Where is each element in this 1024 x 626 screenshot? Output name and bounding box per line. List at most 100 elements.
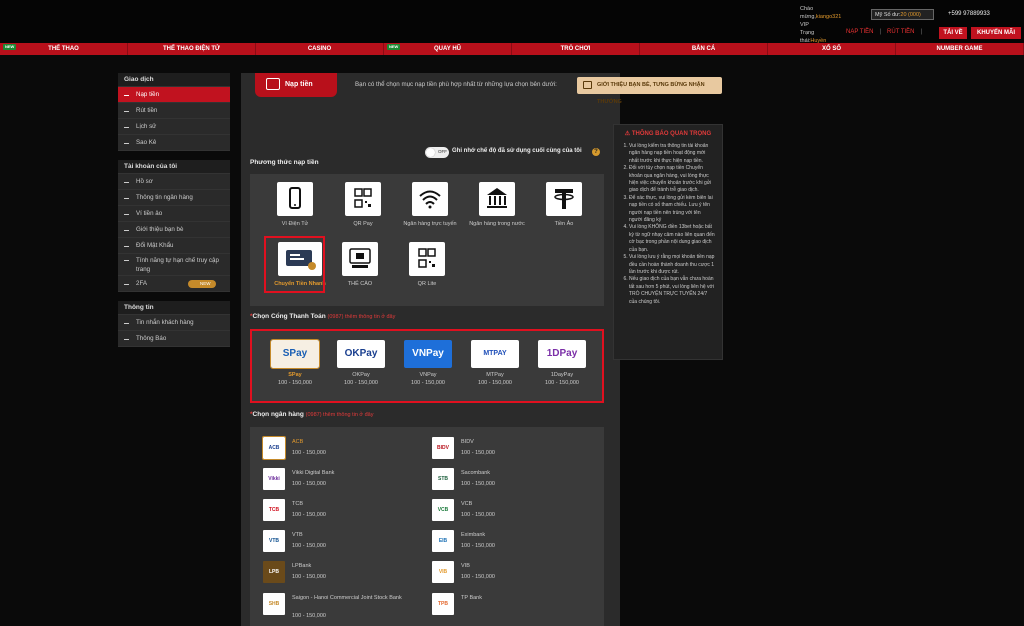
bank-name: TP Bank (461, 595, 482, 601)
sidebar-group-title: Thông tin (118, 301, 230, 315)
nav-label: QUAY HŨ (433, 46, 461, 52)
sidebar-item-label: Ví tiền ảo (136, 210, 163, 217)
sidebar-item-profile[interactable]: Hồ sơ (118, 174, 230, 190)
notice-item: Để xác thực, vui lòng gửi kèm biên lai n… (629, 195, 715, 225)
bank-name: Eximbank (461, 532, 486, 538)
gateway-range: 100 - 150,000 (344, 380, 378, 386)
nav-label: CASINO (307, 46, 332, 52)
sidebar-item-withdraw[interactable]: Rút tiền (118, 103, 230, 119)
nav-games[interactable]: TRÒ CHƠI (512, 43, 640, 55)
nav-slots[interactable]: NEW QUAY HŨ (384, 43, 512, 55)
sidebar-item-change-password[interactable]: Đổi Mật Khẩu (118, 238, 230, 254)
tether-icon (546, 182, 582, 216)
gateway-card[interactable]: MTPAY MTPay 100 - 150,000 (462, 340, 528, 386)
nav-fishing[interactable]: BẮN CÁ (640, 43, 768, 55)
sidebar-item-self-restriction[interactable]: Tính năng tự hạn chế truy cập trang (118, 254, 230, 276)
sidebar-item-history[interactable]: Lịch sử (118, 119, 230, 135)
sidebar-item-messages[interactable]: Tin nhắn khách hàng (118, 315, 230, 331)
gateway-name: VNPay (419, 372, 437, 378)
deposit-tab[interactable]: Nạp tiền (255, 73, 337, 97)
methods-title: Phương thức nạp tiền (250, 159, 319, 166)
shb-logo: SHB (263, 593, 285, 615)
withdraw-link[interactable]: RÚT TIỀN (887, 29, 914, 35)
sidebar-group-title: Giao dịch (118, 73, 230, 87)
phone-icon (277, 182, 313, 216)
gateway-card[interactable]: OKPay OKPay 100 - 150,000 (328, 340, 394, 386)
spay-logo: SPay (270, 339, 320, 369)
gateway-list: SPay SPay 100 - 150,000 OKPay OKPay 100 - 15… (250, 329, 604, 403)
nav-label: THỂ THAO ĐIỆN TỬ (163, 46, 220, 52)
sidebar-item-label: Nạp tiền (136, 91, 160, 98)
notice-title-text: THÔNG BÁO QUAN TRỌNG (631, 131, 712, 137)
toggle-state: OFF (438, 149, 447, 154)
sidebar-item-bank-info[interactable]: Thông tin ngân hàng (118, 190, 230, 206)
gateway-card[interactable]: VNPay VNPay 100 - 150,000 (395, 340, 461, 386)
notice-list: Vui lòng kiểm tra thông tin tài khoản ng… (621, 143, 715, 306)
bank-name: Saigon - Hanoi Commercial Joint Stock Ba… (292, 595, 402, 601)
sidebar-item-label: 2FA (136, 280, 148, 287)
important-notice: ⚠ THÔNG BÁO QUAN TRỌNG Vui lòng kiểm tra… (613, 124, 723, 360)
qr-icon (345, 182, 381, 216)
nav-casino[interactable]: CASINO (256, 43, 384, 55)
sidebar-item-2fa[interactable]: 2FA NEW (118, 276, 230, 292)
method-ewallet[interactable]: Ví Điện Tử (262, 182, 328, 228)
username[interactable]: kiango321 (816, 14, 841, 20)
sidebar-item-deposit[interactable]: Nạp tiền (118, 87, 230, 103)
sidebar-group-info: Thông tin Tin nhắn khách hàng Thông Báo (118, 301, 230, 347)
okpay-logo: OKPay (337, 340, 385, 368)
method-label: Ví Điện Tử (281, 221, 309, 227)
bidv-logo: BIDV (432, 437, 454, 459)
card-icon (342, 242, 378, 276)
main-nav: NEW THỂ THAO THỂ THAO ĐIỆN TỬ CASINO NEW Q… (0, 43, 1024, 55)
sidebar-item-announcements[interactable]: Thông Báo (118, 331, 230, 347)
remember-label: Ghi nhớ chế độ đã sử dụng cuối cùng của … (452, 148, 582, 154)
sidebar-item-label: Tính năng tự hạn chế truy cập trang (136, 257, 219, 273)
vib-logo: VIB (432, 561, 454, 583)
wifi-icon (412, 182, 448, 216)
remember-toggle[interactable]: OFF (425, 147, 449, 158)
bank-range: 100 - 150,000 (292, 543, 326, 549)
balance-box[interactable]: Mỹ Số dư:20 (000) (871, 9, 934, 20)
acb-logo: ACB (262, 436, 286, 460)
nav-esports[interactable]: THỂ THAO ĐIỆN TỬ (128, 43, 256, 55)
method-qr-pay[interactable]: QR Pay (330, 182, 396, 228)
new-badge: NEW (3, 44, 17, 50)
bank-name: Vikki Digital Bank (292, 470, 335, 476)
method-label: Ngân hàng trong nước (469, 221, 525, 227)
tpbank-logo: TPB (432, 593, 454, 615)
sidebar-item-crypto-wallet[interactable]: Ví tiền ảo (118, 206, 230, 222)
referral-button[interactable]: GIỚI THIỆU BẠN BÈ, TƯNG BỪNG NHẬN THƯỞNG (577, 77, 722, 105)
hotline-phone[interactable]: +599 97889933 (948, 11, 990, 17)
bank-range: 100 - 150,000 (292, 450, 326, 456)
notice-item: Nếu giao dịch của bạn vẫn chưa hoàn tất … (629, 276, 715, 306)
gateway-range: 100 - 150,000 (278, 380, 312, 386)
account-sidebar: Giao dịch Nạp tiền Rút tiền Lịch sử Sao … (118, 73, 230, 347)
method-domestic-bank[interactable]: Ngân hàng trong nước (464, 182, 530, 228)
new-badge: NEW (387, 44, 401, 50)
help-icon[interactable]: ? (592, 148, 600, 156)
promotion-button[interactable]: KHUYẾN MÃI (971, 27, 1021, 39)
bank-list: ACB ACB 100 - 150,000 BIDV BIDV 100 - 150,00… (250, 427, 604, 626)
sidebar-item-label: Thông tin ngân hàng (136, 194, 193, 201)
top-header (0, 0, 1024, 43)
gateway-card[interactable]: 1DPay 1DayPay 100 - 150,000 (529, 340, 595, 386)
quick-links: NẠP TIỀN | RÚT TIỀN | (846, 29, 922, 35)
referral-label: GIỚI THIỆU BẠN BÈ, TƯNG BỪNG NHẬN THƯỞNG (597, 82, 705, 105)
sidebar-item-statement[interactable]: Sao Kê (118, 135, 230, 151)
sidebar-group-title: Tài khoản của tôi (118, 160, 230, 174)
sidebar-item-referral[interactable]: Giới thiệu bạn bè (118, 222, 230, 238)
eximbank-logo: EIB (432, 530, 454, 552)
method-scratch-card[interactable]: THẺ CÀO (327, 242, 393, 288)
bank-name: VTB (292, 532, 303, 538)
nav-lottery[interactable]: XỔ SỐ (768, 43, 896, 55)
bank-name: LPBank (292, 563, 312, 569)
gateway-card[interactable]: SPay SPay 100 - 150,000 (262, 339, 328, 386)
method-online-banking[interactable]: Ngân hàng trực tuyến (397, 182, 463, 228)
download-button[interactable]: TẢI VỀ (939, 27, 967, 39)
deposit-link[interactable]: NẠP TIỀN (846, 29, 873, 35)
method-qr-lite[interactable]: QR Lite (394, 242, 460, 288)
method-crypto[interactable]: Tiền Ảo (531, 182, 597, 228)
nav-sports[interactable]: NEW THỂ THAO (0, 43, 128, 55)
nav-number-game[interactable]: NUMBER GAME (896, 43, 1024, 55)
notice-item: Vui lòng kiểm tra thông tin tài khoản ng… (629, 143, 715, 165)
